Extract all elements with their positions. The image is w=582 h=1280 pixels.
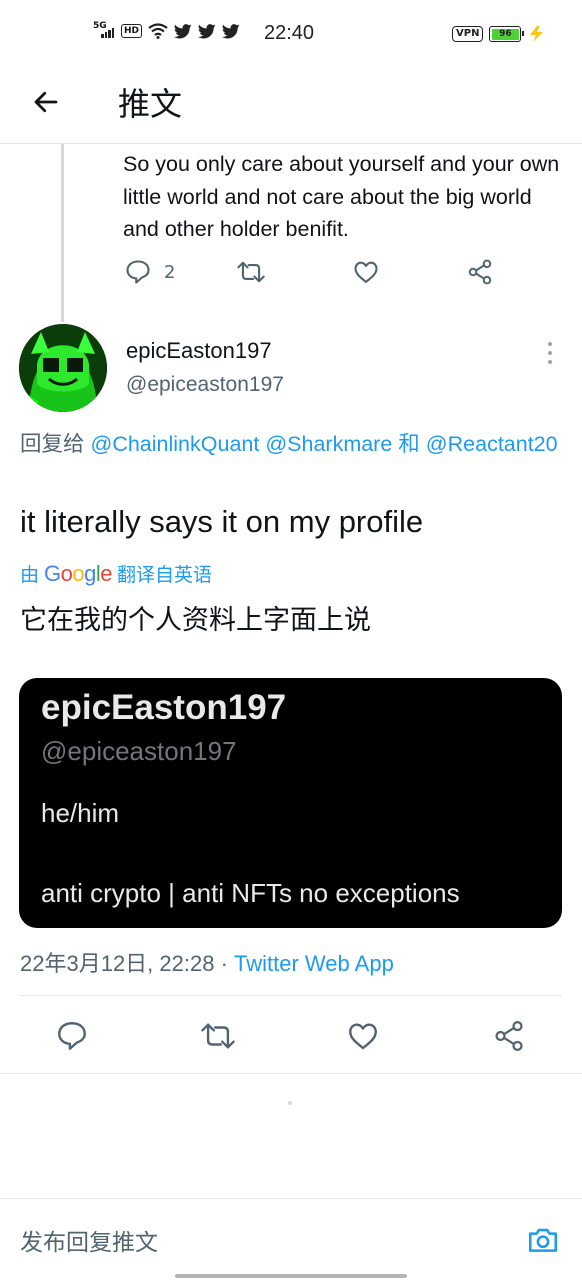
camera-icon (528, 1228, 558, 1252)
avatar[interactable] (19, 324, 107, 412)
retweet-icon (201, 1023, 235, 1049)
tweet-metadata: 22年3月12日, 22:28 · Twitter Web App (20, 946, 394, 978)
status-icons-right: VPN 96 (452, 25, 547, 43)
page-title: 推文 (118, 85, 183, 123)
vpn-badge: VPN (452, 26, 484, 42)
camera-button[interactable] (524, 1221, 562, 1259)
status-bar: 5G HD 22:40 VPN 96 (0, 0, 582, 70)
share-button[interactable] (489, 1016, 529, 1056)
like-button[interactable] (343, 1016, 383, 1056)
mention-link[interactable]: @ChainlinkQuant (91, 432, 260, 456)
top-app-bar: 推文 (0, 70, 582, 144)
battery-level: 96 (491, 28, 519, 40)
reply-composer-bar: 发布回复推文 (0, 1198, 582, 1280)
meta-separator: · (214, 951, 235, 976)
twitter-notification-icon (198, 23, 216, 38)
charging-bolt-icon (530, 26, 544, 42)
translated-tweet-text: 它在我的个人资料上字面上说 (20, 605, 371, 636)
retweet-button[interactable] (198, 1016, 238, 1056)
reply-count: 2 (164, 261, 176, 283)
image-profile-name: epicEaston197 (41, 688, 287, 727)
battery-icon: 96 (489, 26, 525, 42)
share-icon (468, 259, 492, 285)
divider (0, 1073, 582, 1074)
heart-icon (349, 1023, 377, 1050)
mention-link[interactable]: @Reactant20 (426, 432, 558, 456)
previous-tweet-actions: 2 (124, 258, 504, 290)
tweet-text: it literally says it on my profile (20, 504, 424, 539)
reply-to-and: 和 (398, 432, 420, 456)
tweet-timestamp: 22年3月12日, 22:28 (20, 951, 215, 976)
twitter-notification-icon (222, 23, 240, 38)
arrow-left-icon (34, 91, 58, 113)
reply-icon (126, 260, 150, 284)
reply-to-prefix: 回复给 (20, 432, 85, 456)
image-profile-handle: @epiceaston197 (41, 736, 237, 766)
share-icon (495, 1020, 523, 1052)
previous-share-button[interactable] (466, 258, 494, 286)
author-handle[interactable]: @epiceaston197 (126, 373, 284, 397)
cellular-signal-icon: 5G (93, 22, 115, 40)
translated-by-prefix: 由 (20, 565, 40, 586)
status-icons-left: 5G HD (93, 22, 240, 40)
previous-like-button[interactable] (352, 258, 380, 286)
more-vertical-icon (548, 342, 552, 346)
tweet-source-link[interactable]: Twitter Web App (234, 951, 394, 976)
previous-reply-button[interactable]: 2 (124, 258, 175, 286)
reply-to-line: 回复给 @ChainlinkQuant @Sharkmare 和 @Reacta… (20, 428, 570, 461)
more-options-button[interactable] (540, 338, 560, 368)
avatar-image (19, 324, 107, 412)
reply-input[interactable]: 发布回复推文 (20, 1223, 158, 1257)
retweet-icon (237, 261, 265, 283)
clock: 22:40 (264, 22, 315, 44)
google-logo: Google (44, 560, 113, 586)
tweet-image[interactable]: epicEaston197 @epiceaston197 he/him anti… (19, 678, 562, 928)
wifi-icon (148, 23, 168, 39)
thread-connector-line (61, 144, 64, 322)
mention-link[interactable]: @Sharkmare (265, 432, 392, 456)
hd-badge: HD (121, 24, 143, 38)
twitter-notification-icon (174, 23, 192, 38)
previous-tweet-text: So you only care about yourself and your… (123, 152, 560, 241)
home-indicator[interactable] (175, 1274, 407, 1278)
previous-retweet-button[interactable] (236, 258, 266, 286)
back-button[interactable] (24, 80, 68, 124)
translated-by-suffix: 翻译自英语 (117, 565, 213, 586)
image-profile-bio: anti crypto | anti NFTs no exceptions (41, 878, 460, 908)
translated-by-google[interactable]: 由 Google 翻译自英语 (20, 560, 212, 587)
heart-icon (354, 261, 378, 283)
reply-icon (58, 1022, 86, 1050)
loading-indicator (288, 1101, 292, 1105)
author-name[interactable]: epicEaston197 (126, 338, 272, 364)
reply-button[interactable] (52, 1016, 92, 1056)
image-profile-pronouns: he/him (41, 798, 120, 828)
tweet-action-bar (0, 996, 582, 1074)
